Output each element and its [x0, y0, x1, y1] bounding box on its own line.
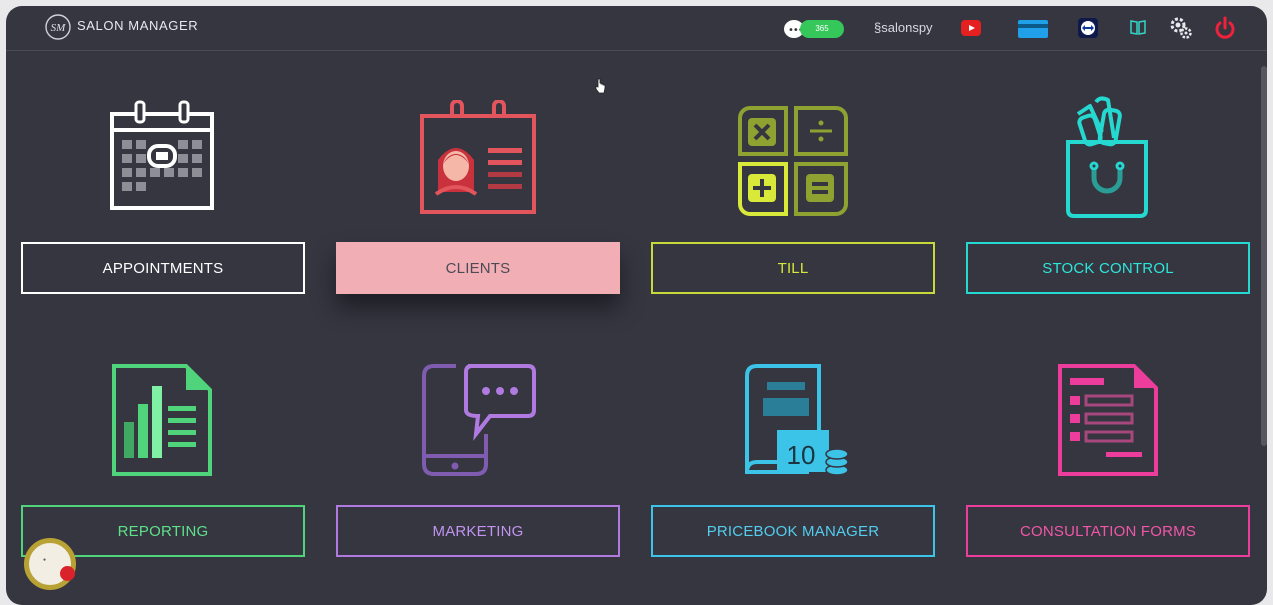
brand-name: SALON MANAGER	[77, 18, 199, 33]
report-chart-icon	[112, 364, 212, 476]
salonspy-link[interactable]: §salonspy	[874, 20, 933, 44]
chat-avatar-icon: ●	[43, 557, 47, 563]
card-payment-icon[interactable]	[1018, 20, 1048, 38]
marketing-button[interactable]: MARKETING	[336, 505, 620, 557]
form-document-icon	[1058, 364, 1158, 476]
scrollbar[interactable]	[1261, 66, 1267, 446]
shopping-bag-icon	[1066, 96, 1148, 218]
svg-text:SM: SM	[51, 22, 67, 34]
pricebook-icon: 10	[745, 364, 849, 476]
youtube-icon[interactable]	[961, 20, 981, 36]
till-button[interactable]: TILL	[651, 242, 935, 294]
top-bar: SM SALON MANAGER ••• 365 §salonspy	[6, 6, 1267, 51]
notification-dot	[60, 566, 75, 581]
settings-gear-icon[interactable]	[1169, 16, 1193, 40]
consultation-forms-button[interactable]: CONSULTATION FORMS	[966, 505, 1250, 557]
sms-credits-badge[interactable]: ••• 365	[784, 18, 852, 40]
stock-control-button[interactable]: STOCK CONTROL	[966, 242, 1250, 294]
client-card-icon	[420, 100, 536, 214]
teamviewer-icon[interactable]	[1078, 18, 1098, 38]
power-logout-icon[interactable]	[1214, 16, 1236, 40]
calculator-icon	[738, 106, 848, 216]
clients-button[interactable]: CLIENTS	[336, 242, 620, 294]
guide-book-icon[interactable]	[1130, 18, 1146, 36]
pricebook-manager-button[interactable]: PRICEBOOK MANAGER	[651, 505, 935, 557]
app-window: SM SALON MANAGER ••• 365 §salonspy 10 AP…	[6, 6, 1267, 605]
sms-count: 365	[800, 20, 844, 38]
salon-manager-logo: SM	[45, 14, 71, 40]
support-chat-widget[interactable]: ●	[24, 538, 76, 590]
phone-chat-icon	[422, 364, 536, 476]
appointments-button[interactable]: APPOINTMENTS	[21, 242, 305, 294]
calendar-icon	[110, 100, 214, 210]
mouse-pointer-icon	[595, 78, 606, 94]
svg-text:10: 10	[787, 440, 816, 470]
